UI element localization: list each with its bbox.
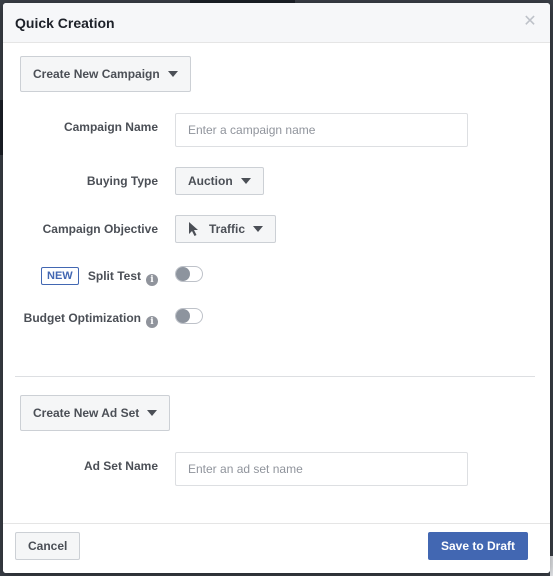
split-test-label: Split Test i [88,269,158,286]
campaign-objective-value: Traffic [209,222,246,236]
save-to-draft-button[interactable]: Save to Draft [427,532,528,560]
buying-type-label: Buying Type [86,174,158,188]
split-test-text: Split Test [87,269,141,283]
close-icon[interactable]: ✕ [522,14,538,30]
new-badge: NEW [41,267,79,285]
budget-optimization-toggle[interactable] [175,308,203,324]
dialog-header: Quick Creation ✕ [3,3,550,43]
toggle-knob [176,267,190,281]
info-icon[interactable]: i [146,316,158,328]
info-icon[interactable]: i [146,274,158,286]
campaign-name-label: Campaign Name [63,120,158,134]
quick-creation-dialog: Quick Creation ✕ Create New Campaign Cam… [3,3,550,573]
cursor-arrow-icon [189,222,198,236]
dialog-title: Quick Creation [15,14,115,31]
caret-down-icon [240,178,251,184]
buying-type-dropdown[interactable]: Auction [175,167,264,195]
split-test-toggle[interactable] [175,266,203,282]
ad-set-name-input[interactable] [175,452,468,486]
campaign-objective-label: Campaign Objective [42,222,158,236]
caret-down-icon [253,226,264,232]
buying-type-value: Auction [188,174,233,188]
create-new-ad-set-button[interactable]: Create New Ad Set [20,395,171,431]
cancel-button[interactable]: Cancel [15,532,81,560]
create-new-ad-set-label: Create New Ad Set [33,406,140,420]
budget-optimization-label: Budget Optimization i [24,311,158,328]
campaign-objective-dropdown[interactable]: Traffic [175,215,277,243]
create-new-campaign-label: Create New Campaign [33,67,160,81]
caret-down-icon [167,71,178,77]
caret-down-icon [147,410,158,416]
toggle-knob [176,309,190,323]
dialog-footer: Cancel Save to Draft [3,523,550,573]
budget-optimization-text: Budget Optimization [23,311,141,325]
create-new-campaign-button[interactable]: Create New Campaign [20,56,191,92]
section-divider [15,376,535,377]
campaign-name-input[interactable] [175,113,468,147]
ad-set-name-label: Ad Set Name [83,459,158,473]
